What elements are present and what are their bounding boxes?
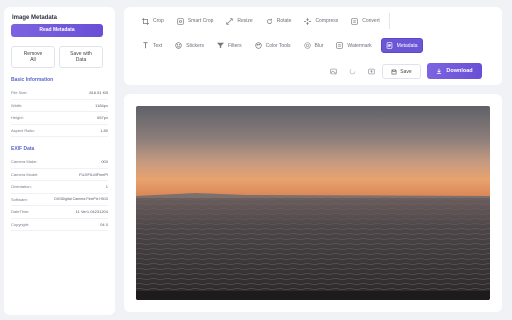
upload-icon xyxy=(368,68,375,75)
tool-label: Blur xyxy=(314,42,324,49)
row-value: 04 0 xyxy=(100,221,108,227)
tool-label: Watermark xyxy=(347,42,372,49)
download-button[interactable]: Download xyxy=(427,63,482,79)
basic-info-row: File Size: 816.51 KB xyxy=(11,87,108,100)
spinner-icon-button[interactable] xyxy=(346,65,359,78)
remove-all-button[interactable]: Remove All xyxy=(11,46,55,68)
blur-icon xyxy=(303,42,311,49)
row-label: Software: xyxy=(11,196,28,202)
tool-smart-crop[interactable]: Smart Crop xyxy=(173,14,218,29)
sidebar-title: Image Metadata xyxy=(12,15,58,21)
basic-info-heading: Basic Information xyxy=(11,77,54,83)
row-value: 1.80 xyxy=(100,127,108,133)
row-label: File Size: xyxy=(11,90,28,96)
exif-row: Camera Make: 000 xyxy=(11,156,108,169)
basic-info-row: Aspect Ratio: 1.80 xyxy=(11,125,108,137)
tool-filters[interactable]: Filters xyxy=(213,38,246,53)
tool-label: Filters xyxy=(227,42,242,49)
tool-color-tools[interactable]: Color Tools xyxy=(251,38,295,53)
tool-compress[interactable]: Compress xyxy=(300,14,342,29)
row-label: Copyright: xyxy=(11,221,30,227)
row-value: 816.51 KB xyxy=(89,90,108,96)
row-label: DateTime: xyxy=(11,209,30,215)
tool-label: Color Tools xyxy=(265,42,291,49)
tool-panel: Crop Smart Crop Resize Rotate Compress C… xyxy=(124,7,502,85)
exif-row: Copyright: 04 0 xyxy=(11,219,108,231)
row-value: 1 xyxy=(105,184,108,190)
tool-label: Stickers xyxy=(186,42,204,49)
read-metadata-button[interactable]: Read Metadata xyxy=(11,24,103,37)
loading-spinner-icon xyxy=(349,68,356,75)
exif-list: Camera Make: 000 Camera Model: FUJIFILMFin… xyxy=(11,156,108,231)
stickers-icon xyxy=(175,42,182,49)
row-label: Camera Model: xyxy=(11,171,39,177)
save-label: Save xyxy=(400,68,412,75)
tool-row-primary: Crop Smart Crop Resize Rotate Compress C… xyxy=(138,13,390,29)
save-button[interactable]: Save xyxy=(382,64,421,79)
row-value: DIGIDigital Camera FinePix H510 xyxy=(54,197,108,202)
tool-blur[interactable]: Blur xyxy=(300,38,328,53)
basic-info-list: File Size: 816.51 KB Width: 1184px Height:… xyxy=(11,87,108,137)
basic-info-row: Width: 1184px xyxy=(11,100,108,112)
save-with-data-label: Save with Data xyxy=(70,51,92,63)
image-icon-button[interactable] xyxy=(327,65,340,78)
metadata-sidebar: Image Metadata Read Metadata Remove All … xyxy=(4,7,115,315)
exif-row: DateTime: 11 Ver1.04231204 xyxy=(11,206,108,219)
tool-metadata[interactable]: Metadata xyxy=(380,38,423,53)
tool-text[interactable]: Text xyxy=(138,38,166,53)
convert-icon xyxy=(351,17,358,25)
watermark-icon xyxy=(336,42,344,49)
tool-convert[interactable]: Convert xyxy=(347,14,384,29)
toolbar-divider xyxy=(388,13,390,29)
exif-row: Camera Model: FUJIFILMFinePi xyxy=(11,169,108,181)
tool-label: Resize xyxy=(237,18,253,24)
exif-heading: EXIF Data xyxy=(11,146,35,152)
tool-label: Compress xyxy=(315,18,339,24)
row-value: 657px xyxy=(97,115,108,121)
tool-label: Text xyxy=(153,42,163,49)
compress-icon xyxy=(304,17,312,25)
row-value: 000 xyxy=(101,159,108,165)
download-label: Download xyxy=(446,68,473,74)
filters-icon xyxy=(216,42,224,49)
tool-crop[interactable]: Crop xyxy=(138,14,168,29)
tool-row-secondary: Text Stickers Filters Color Tools Blur W… xyxy=(138,38,423,53)
tool-resize[interactable]: Resize xyxy=(222,14,256,29)
metadata-icon xyxy=(386,42,392,49)
smart-crop-icon xyxy=(177,17,184,25)
upload-icon-button[interactable] xyxy=(365,65,378,78)
basic-info-row: Height: 657px xyxy=(11,112,108,125)
tool-label: Rotate xyxy=(276,18,292,24)
row-value: FUJIFILMFinePi xyxy=(79,171,108,177)
rotate-icon xyxy=(266,18,272,24)
palette-icon xyxy=(254,42,262,49)
crop-icon xyxy=(142,17,149,25)
row-label: Width: xyxy=(11,102,23,108)
row-label: Camera Make: xyxy=(11,159,38,165)
sunset-photo[interactable] xyxy=(136,106,490,300)
tool-rotate[interactable]: Rotate xyxy=(262,14,296,29)
tool-label: Smart Crop xyxy=(187,18,214,24)
tool-stickers[interactable]: Stickers xyxy=(171,38,208,53)
resize-icon xyxy=(226,17,234,25)
save-icon xyxy=(391,69,397,74)
tool-label: Crop xyxy=(153,18,164,24)
tool-label: Metadata xyxy=(396,42,418,49)
image-icon xyxy=(330,68,337,75)
exif-row: Orientation: 1 xyxy=(11,181,108,194)
text-icon xyxy=(143,42,148,49)
row-value: 11 Ver1.04231204 xyxy=(75,209,108,215)
row-label: Height: xyxy=(11,115,24,121)
image-canvas xyxy=(124,94,502,312)
remove-all-label: Remove All xyxy=(23,51,43,63)
row-label: Aspect Ratio: xyxy=(11,127,35,133)
tool-watermark[interactable]: Watermark xyxy=(332,38,375,53)
exif-row: Software: DIGIDigital Camera FinePix H510 xyxy=(11,194,108,206)
sunset-image xyxy=(136,106,490,300)
save-with-data-button[interactable]: Save with Data xyxy=(59,46,103,68)
tool-label: Convert xyxy=(362,18,380,24)
download-icon xyxy=(437,68,442,74)
row-label: Orientation: xyxy=(11,184,32,190)
row-value: 1184px xyxy=(95,102,108,108)
